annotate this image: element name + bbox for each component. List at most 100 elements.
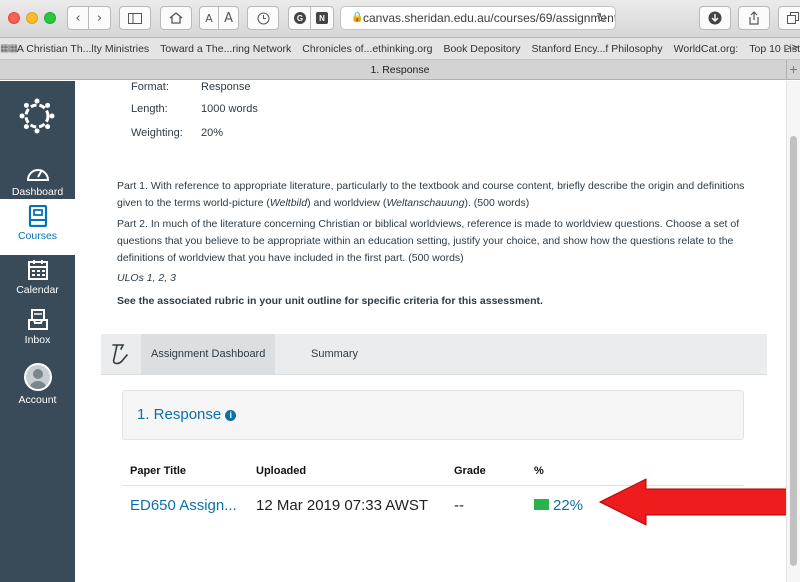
back-forward-group: ‹ › xyxy=(67,6,111,30)
ulos-text: ULOs 1, 2, 3 xyxy=(117,272,176,284)
part-1-segment: ). (500 words) xyxy=(464,197,530,209)
share-button[interactable] xyxy=(738,6,770,30)
bookmark-item[interactable]: Stanford Ency...f Philosophy xyxy=(532,43,663,55)
svg-text:G: G xyxy=(296,14,302,23)
annotation-arrow xyxy=(598,478,786,526)
g-extension-icon: G xyxy=(293,12,306,24)
page-scrollbar[interactable] xyxy=(786,81,800,582)
text-larger-button[interactable]: A xyxy=(219,7,238,29)
nav-dashboard-label: Dashboard xyxy=(11,186,64,198)
sidebar-icon xyxy=(128,12,142,24)
meta-key: Format: xyxy=(131,81,169,93)
nav-calendar-label: Calendar xyxy=(16,284,59,296)
browser-tab-title[interactable]: 1. Response xyxy=(371,64,430,76)
text-size-group: A A xyxy=(199,6,239,30)
turnitin-logo xyxy=(101,334,137,375)
meta-value: Response xyxy=(201,81,251,93)
grade-value: -- xyxy=(454,497,464,514)
turnitin-tab-strip: Assignment Dashboard Summary xyxy=(101,334,767,375)
bookmarks-bar: ▦▦ A Christian Th...lty Ministries Towar… xyxy=(0,38,800,60)
history-button[interactable] xyxy=(247,6,279,30)
nav-inbox-label: Inbox xyxy=(24,334,51,346)
turnitin-icon xyxy=(112,343,128,364)
meta-key: Weighting: xyxy=(131,127,183,139)
nav-account-label: Account xyxy=(18,394,57,406)
nav-calendar[interactable]: Calendar xyxy=(0,259,75,296)
text-smaller-button[interactable]: A xyxy=(200,7,220,29)
reload-icon[interactable]: ↻ xyxy=(596,10,607,26)
similarity-color-box xyxy=(534,499,549,510)
svg-text:N: N xyxy=(319,14,325,23)
meta-weighting: Weighting: 20% xyxy=(131,127,223,139)
top-sites-grid-icon[interactable]: ▦▦ xyxy=(0,43,18,54)
nav-inbox[interactable]: Inbox xyxy=(0,309,75,346)
home-button[interactable] xyxy=(160,6,192,30)
paper-title-link[interactable]: ED650 Assign... xyxy=(130,497,237,514)
weltbild-term: Weltbild xyxy=(269,197,308,209)
bookmark-item[interactable]: WorldCat.org: xyxy=(674,43,739,55)
submission-title: 1. Response i xyxy=(137,406,237,423)
column-uploaded: Uploaded xyxy=(256,465,307,477)
submission-header: 1. Response i xyxy=(122,390,744,440)
submission-title-text: 1. Response xyxy=(137,406,222,423)
global-navigation: Dashboard Courses Calendar Inbox Account xyxy=(0,81,75,582)
column-paper-title: Paper Title xyxy=(130,465,187,477)
bookmarks-overflow-button[interactable]: >> xyxy=(785,42,798,54)
info-icon[interactable]: i xyxy=(225,410,237,421)
new-tab-button[interactable]: + xyxy=(786,60,800,80)
extensions-group: G N xyxy=(288,6,334,30)
canvas-logo-icon[interactable] xyxy=(17,96,57,136)
browser-tab-bar: 1. Response + xyxy=(0,60,800,80)
extension-n-button[interactable]: N xyxy=(311,7,333,29)
nav-account[interactable]: Account xyxy=(0,363,75,406)
column-percent: % xyxy=(534,465,544,477)
address-text: canvas.sheridan.edu.au/courses/69/assign… xyxy=(363,11,615,25)
similarity-score[interactable]: 22% xyxy=(534,497,583,514)
meta-value: 20% xyxy=(201,127,224,139)
scrollbar-thumb[interactable] xyxy=(790,136,797,566)
similarity-percent: 22% xyxy=(553,497,584,514)
window-maximize-button[interactable] xyxy=(44,12,56,24)
tabs-icon xyxy=(787,12,799,24)
bookmark-item[interactable]: Book Depository xyxy=(443,43,520,55)
part-2-text: Part 2. In much of the literature concer… xyxy=(117,218,740,264)
uploaded-date: 12 Mar 2019 07:33 AWST xyxy=(256,497,429,514)
clock-icon xyxy=(257,12,269,24)
inbox-tray-icon xyxy=(27,309,48,330)
window-minimize-button[interactable] xyxy=(26,12,38,24)
meta-length: Length: 1000 words xyxy=(131,103,258,115)
lock-icon: 🔒 xyxy=(351,12,364,23)
account-avatar xyxy=(23,363,52,391)
nav-dashboard[interactable]: Dashboard xyxy=(0,163,75,198)
bookmark-item[interactable]: Chronicles of...ethinking.org xyxy=(302,43,432,55)
forward-button[interactable]: › xyxy=(89,7,110,29)
calendar-icon xyxy=(27,260,48,280)
weltanschauung-term: Weltanschauung xyxy=(386,197,465,209)
bookmark-item[interactable]: A Christian Th...lty Ministries xyxy=(17,43,149,55)
part-1-segment: ) and worldview ( xyxy=(307,197,387,209)
window-close-button[interactable] xyxy=(8,12,20,24)
dashboard-gauge-icon xyxy=(26,169,49,181)
tab-overview-button[interactable] xyxy=(778,6,800,30)
assignment-content: Format: Response Length: 1000 words Weight… xyxy=(75,81,786,582)
part-1-text: Part 1. With reference to appropriate li… xyxy=(117,178,772,212)
column-grade: Grade xyxy=(454,465,486,477)
extension-g-button[interactable]: G xyxy=(289,7,312,29)
downloads-button[interactable] xyxy=(699,6,731,30)
tab-assignment-dashboard[interactable]: Assignment Dashboard xyxy=(141,334,276,375)
meta-format: Format: Response xyxy=(131,81,251,93)
tab-summary[interactable]: Summary xyxy=(301,334,368,375)
nav-courses[interactable]: Courses xyxy=(0,199,75,255)
share-icon xyxy=(749,11,759,25)
back-button[interactable]: ‹ xyxy=(68,7,90,29)
address-bar[interactable]: 🔒 canvas.sheridan.edu.au/courses/69/assi… xyxy=(340,6,616,30)
bookmark-item[interactable]: Toward a The...ring Network xyxy=(160,43,291,55)
sidebar-toggle-button[interactable] xyxy=(119,6,151,30)
home-icon xyxy=(169,12,183,24)
rubric-note: See the associated rubric in your unit o… xyxy=(117,295,543,307)
meta-key: Length: xyxy=(131,103,168,115)
n-extension-icon: N xyxy=(316,12,328,24)
browser-toolbar: ‹ › A A G N 🔒 canvas.sheridan.edu.au/cou… xyxy=(0,0,800,38)
nav-courses-label: Courses xyxy=(17,230,58,242)
courses-book-icon xyxy=(28,205,47,227)
